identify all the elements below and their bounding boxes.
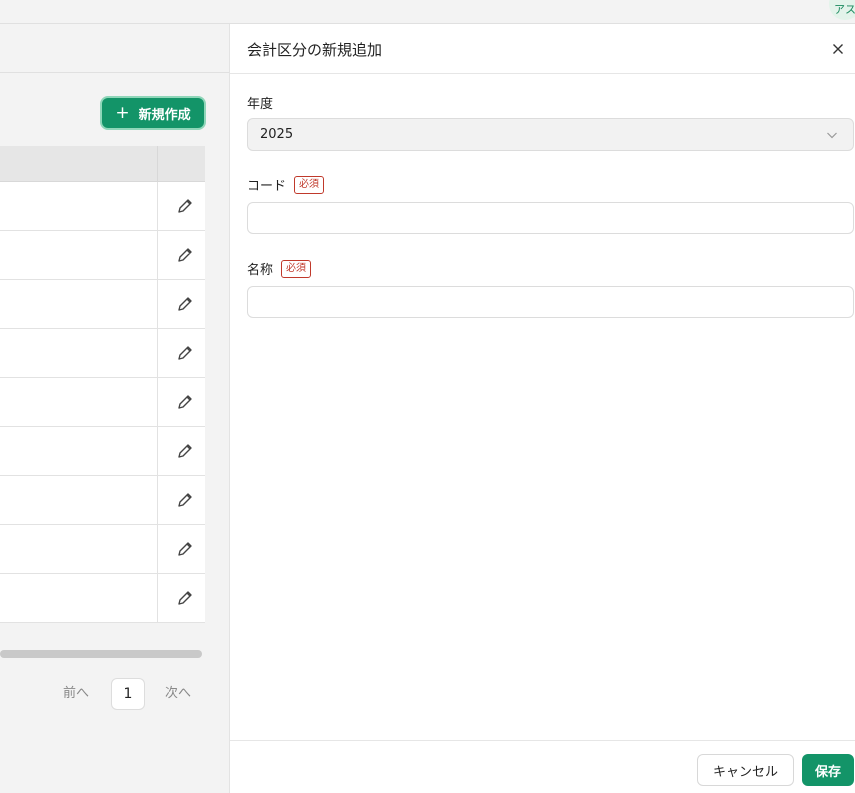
create-button-label: 新規作成 — [138, 107, 191, 123]
avatar[interactable]: アス — [829, 0, 855, 20]
next-page-button[interactable]: 次へ — [165, 678, 191, 710]
drawer-footer: キャンセル 保存 — [230, 740, 855, 793]
pencil-icon[interactable] — [176, 246, 194, 264]
top-bar: アス — [0, 0, 855, 24]
table-row — [0, 378, 205, 427]
pencil-icon[interactable] — [176, 540, 194, 558]
chevron-down-icon — [827, 132, 837, 139]
code-field-label: コード 必須 — [247, 175, 325, 194]
name-label: 名称 — [247, 263, 274, 278]
name-input[interactable] — [247, 286, 854, 318]
name-field-label: 名称 必須 — [247, 259, 312, 278]
year-select[interactable]: 2025 — [247, 118, 854, 151]
pencil-icon[interactable] — [176, 197, 194, 215]
drawer-header: 会計区分の新規追加 — [230, 24, 855, 74]
pencil-icon[interactable] — [176, 344, 194, 362]
year-select-value: 2025 — [260, 127, 294, 142]
prev-page-button[interactable]: 前へ — [63, 678, 89, 710]
table-row — [0, 182, 205, 231]
pencil-icon[interactable] — [176, 393, 194, 411]
required-badge: 必須 — [294, 175, 325, 194]
table-row — [0, 329, 205, 378]
page-number-button[interactable]: 1 — [111, 678, 145, 710]
pencil-icon[interactable] — [176, 442, 194, 460]
required-badge: 必須 — [281, 259, 312, 278]
table-row — [0, 525, 205, 574]
horizontal-scrollbar[interactable] — [0, 650, 202, 658]
code-input[interactable] — [247, 202, 854, 234]
close-icon[interactable] — [828, 39, 848, 59]
year-field-label: 年度 — [247, 93, 273, 112]
table-row — [0, 280, 205, 329]
create-button[interactable]: + 新規作成 — [100, 96, 206, 130]
table-header — [0, 146, 205, 182]
drawer-title: 会計区分の新規追加 — [247, 41, 383, 59]
table-row — [0, 427, 205, 476]
table-row — [0, 231, 205, 280]
data-table — [0, 146, 205, 623]
table-row — [0, 574, 205, 623]
cancel-button[interactable]: キャンセル — [697, 754, 794, 786]
pencil-icon[interactable] — [176, 491, 194, 509]
create-drawer: 会計区分の新規追加 年度 2025 コード 必須 名称 必須 キャンセル 保存 — [229, 24, 855, 793]
background-list-panel: + 新規作成 前へ 1 次へ — [0, 24, 230, 793]
table-row — [0, 476, 205, 525]
year-label: 年度 — [247, 97, 274, 112]
pencil-icon[interactable] — [176, 589, 194, 607]
list-header — [0, 24, 230, 73]
pencil-icon[interactable] — [176, 295, 194, 313]
code-label: コード — [247, 179, 287, 194]
save-button[interactable]: 保存 — [802, 754, 854, 786]
plus-icon: + — [115, 102, 130, 123]
